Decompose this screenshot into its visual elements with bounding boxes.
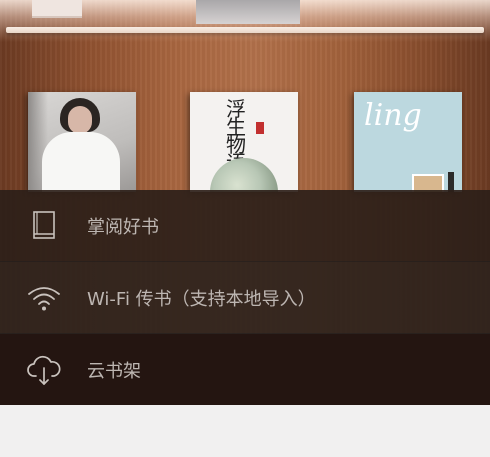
cover-illustration [210,158,278,192]
book-icon [24,206,64,246]
menu-item-cloud-shelf[interactable]: 云书架 [0,334,490,405]
popup-menu: 掌阅好书 Wi-Fi 传书（支持本地导入） 云书架 [0,190,490,405]
book-title: ling [364,98,422,133]
book-cover-illustrated[interactable]: 浮生物语 [190,92,298,192]
menu-item-label: 云书架 [87,360,141,382]
book-cover-portrait[interactable] [28,92,136,192]
menu-item-wifi-transfer[interactable]: Wi-Fi 传书（支持本地导入） [0,262,490,334]
top-shelf-book[interactable] [32,0,82,18]
book-cover-magazine[interactable]: ling [354,92,462,192]
shelf-ledge [6,27,484,33]
wifi-icon [24,278,64,318]
menu-item-zhangyue-books[interactable]: 掌阅好书 [0,190,490,262]
cloud-download-icon [24,350,64,390]
cover-photo-bar [448,172,454,192]
seal-stamp [256,122,264,134]
menu-item-label: 掌阅好书 [87,216,159,238]
top-shelf-book[interactable] [196,0,300,24]
menu-item-label: Wi-Fi 传书（支持本地导入） [87,288,316,310]
